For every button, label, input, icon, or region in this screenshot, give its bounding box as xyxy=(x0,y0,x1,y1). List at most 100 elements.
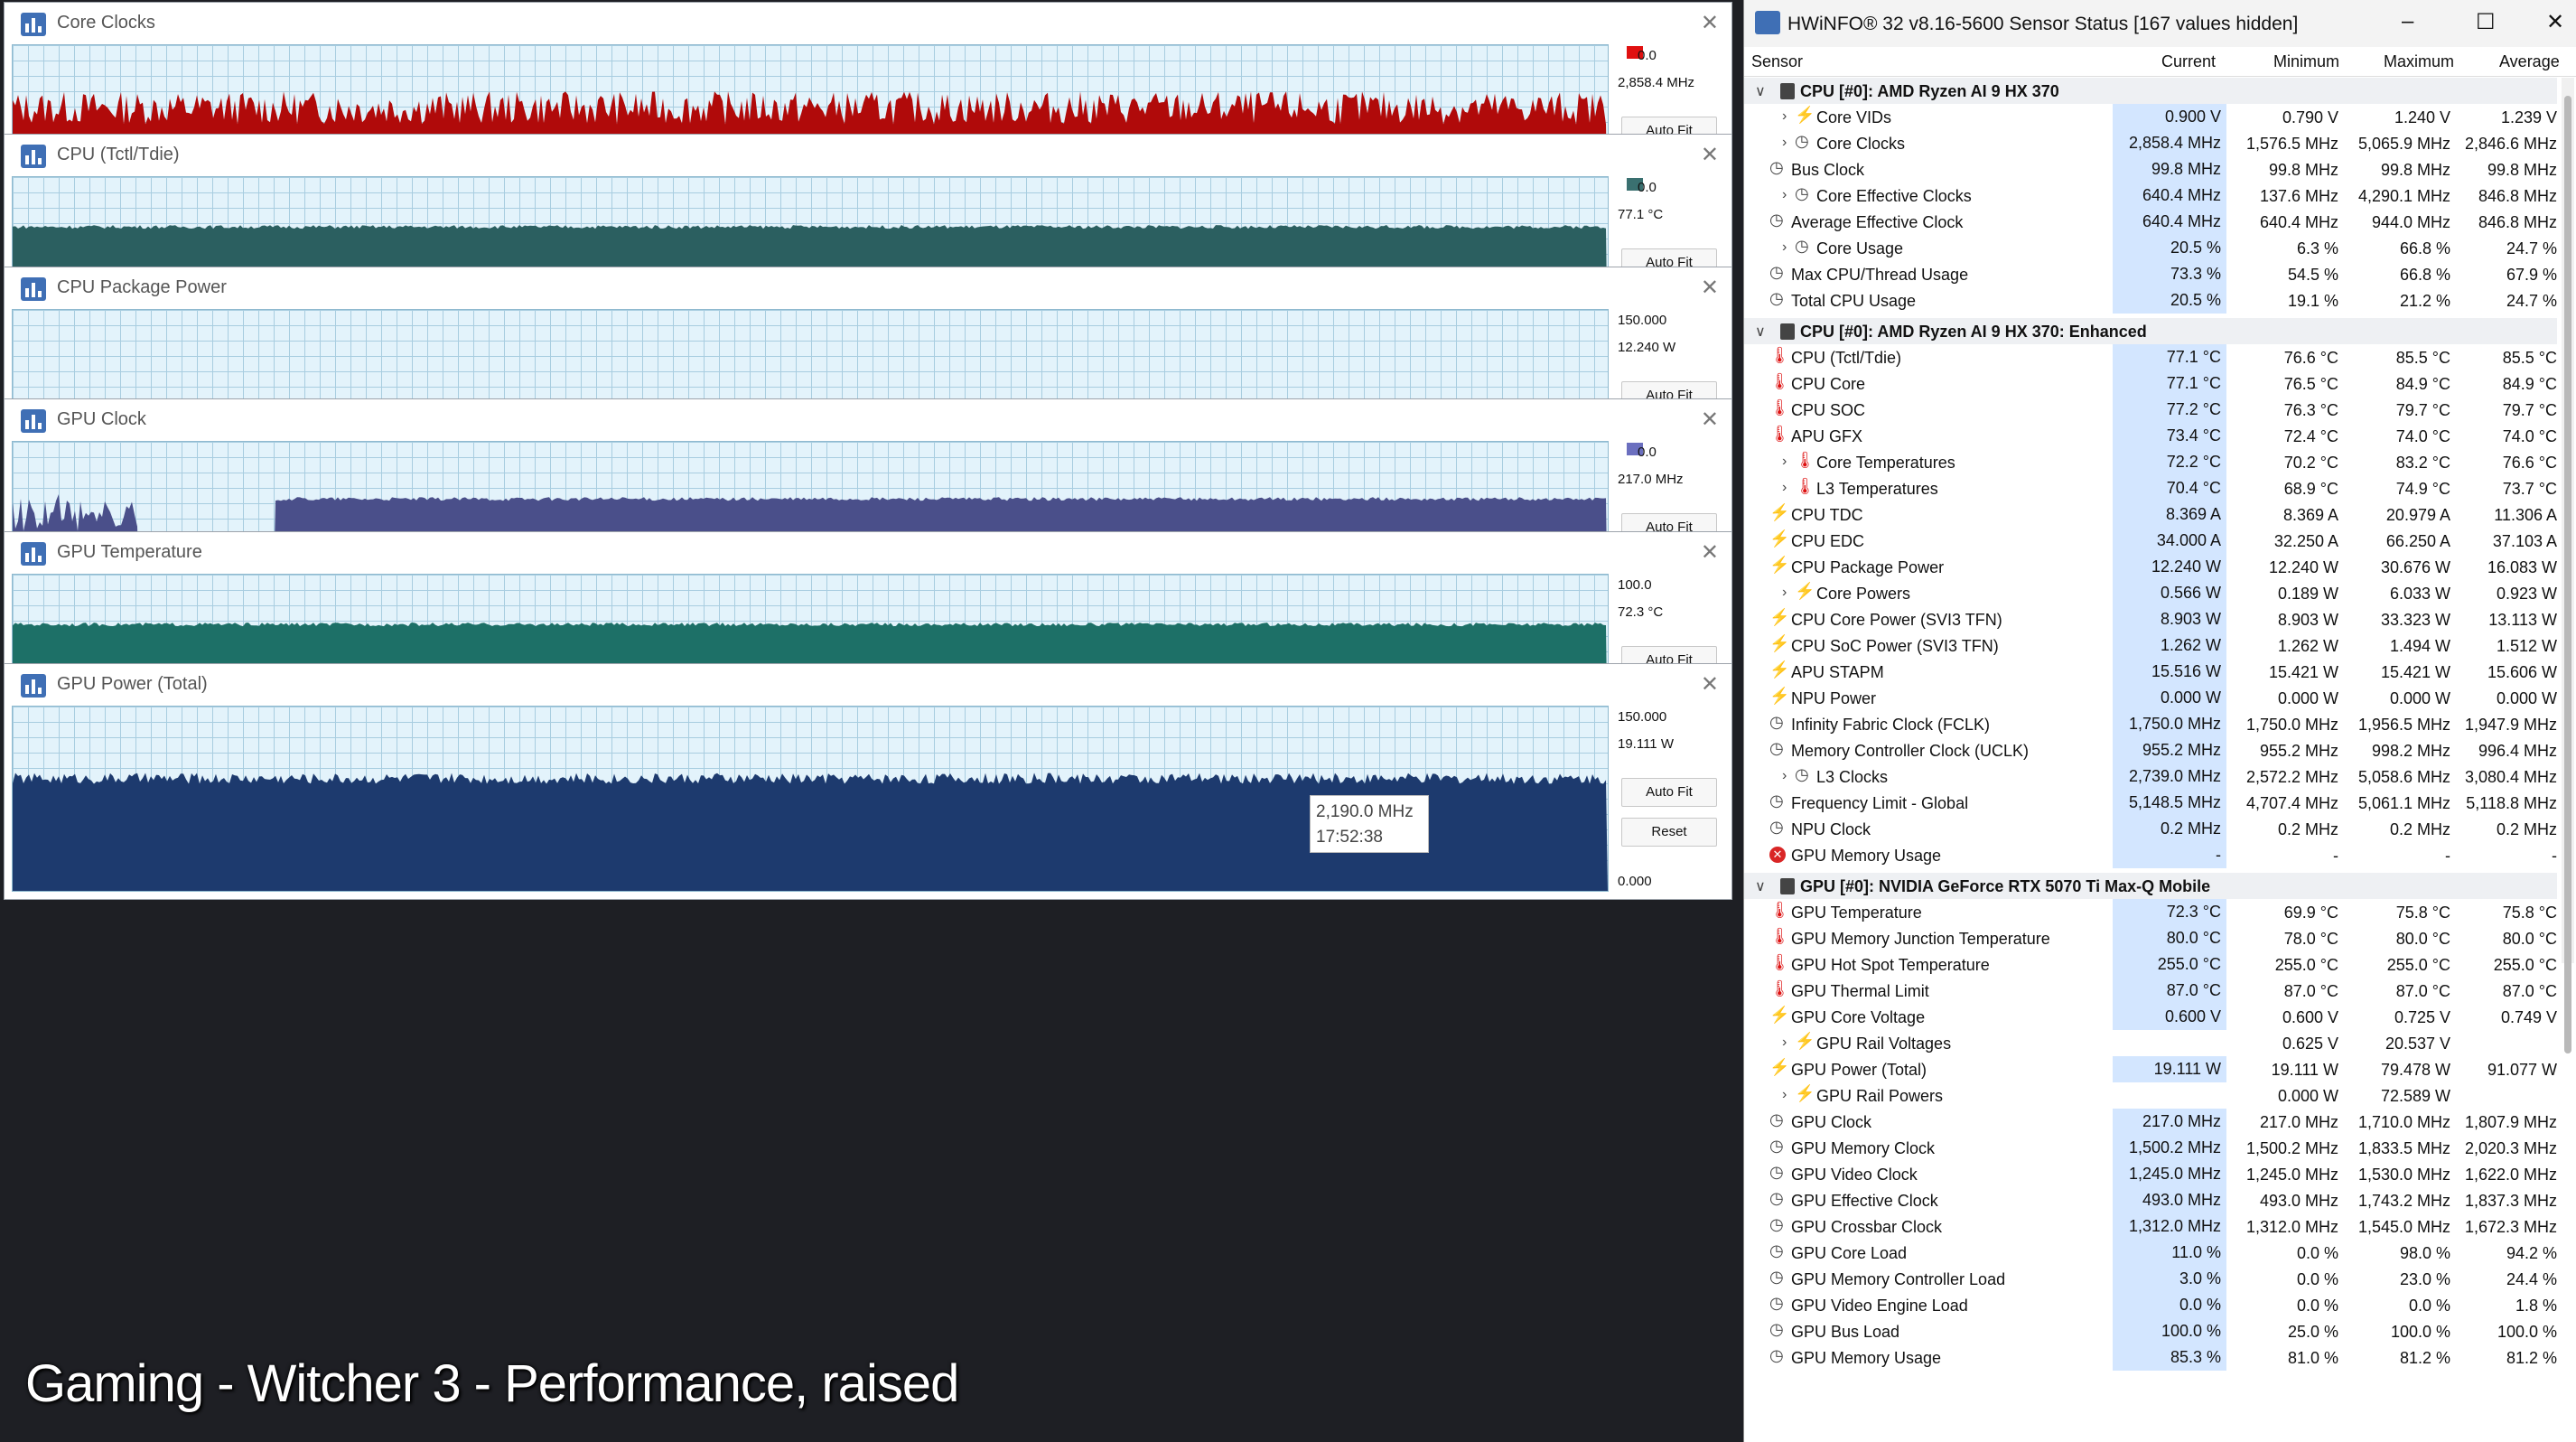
col-minimum[interactable]: Minimum xyxy=(2273,52,2339,71)
sensor-row[interactable]: ◷ GPU Memory Usage 85.3 % 81.0 % 81.2 % 81.2 … xyxy=(1744,1344,2557,1371)
sensor-minimum: 493.0 MHz xyxy=(2259,1192,2338,1210)
sensor-minimum: 99.8 MHz xyxy=(2268,161,2338,179)
sensor-row[interactable]: ◷ GPU Effective Clock 493.0 MHz 493.0 MHz 1,… xyxy=(1744,1187,2557,1213)
sensor-average: 76.6 °C xyxy=(2502,454,2557,472)
collapse-chevron-icon[interactable]: ∨ xyxy=(1755,877,1766,895)
sensor-row[interactable]: 🌡 GPU Temperature 72.3 °C 69.9 °C 75.8 °C 75.… xyxy=(1744,899,2557,925)
sensor-row[interactable]: ◷ Frequency Limit - Global 5,148.5 MHz 4,70… xyxy=(1744,790,2557,816)
sensor-name: Core VIDs xyxy=(1816,108,1892,126)
minimize-button[interactable]: – xyxy=(2402,9,2413,34)
sensor-group-header[interactable]: ∨ GPU [#0]: NVIDIA GeForce RTX 5070 Ti Ma… xyxy=(1744,873,2557,899)
sensor-row[interactable]: 🌡 CPU Core 77.1 °C 76.5 °C 84.9 °C 84.9 °C xyxy=(1744,370,2557,397)
expand-chevron-icon[interactable]: › xyxy=(1782,768,1787,784)
sensor-minimum: 137.6 MHz xyxy=(2259,187,2338,205)
sensor-row[interactable]: 🌡 CPU (Tctl/Tdie) 77.1 °C 76.6 °C 85.5 °C 85.… xyxy=(1744,344,2557,370)
hwinfo-scrollbar[interactable] xyxy=(2562,78,2574,1053)
expand-chevron-icon[interactable]: › xyxy=(1782,239,1787,256)
sensor-row[interactable]: ◷ Memory Controller Clock (UCLK) 955.2 MHz… xyxy=(1744,737,2557,763)
sensor-row[interactable]: › ◷ Core Clocks 2,858.4 MHz 1,576.5 MHz 5,065… xyxy=(1744,130,2557,156)
sensor-row[interactable]: ◷ GPU Memory Clock 1,500.2 MHz 1,500.2 MHz 1… xyxy=(1744,1135,2557,1161)
sensor-row[interactable]: ✕ GPU Memory Usage - - - - xyxy=(1744,842,2557,868)
close-icon[interactable]: ✕ xyxy=(1701,539,1719,566)
graph-max-value: 150.000 xyxy=(1618,313,1667,328)
sensor-row[interactable]: › 🌡 L3 Temperatures 70.4 °C 68.9 °C 74.9 °C 73… xyxy=(1744,475,2557,501)
expand-chevron-icon[interactable]: › xyxy=(1782,135,1787,151)
sensor-maximum: 1,833.5 MHz xyxy=(2357,1139,2450,1157)
sensor-row[interactable]: ◷ Bus Clock 99.8 MHz 99.8 MHz 99.8 MHz 99.8 M… xyxy=(1744,156,2557,183)
sensor-row[interactable]: ◷ GPU Video Clock 1,245.0 MHz 1,245.0 MHz 1,… xyxy=(1744,1161,2557,1187)
sensor-row[interactable]: 🌡 GPU Memory Junction Temperature 80.0 °C 7… xyxy=(1744,925,2557,951)
sensor-group-header[interactable]: ∨ CPU [#0]: AMD Ryzen AI 9 HX 370 xyxy=(1744,78,2557,104)
collapse-chevron-icon[interactable]: ∨ xyxy=(1755,323,1766,341)
sensor-row[interactable]: › ⚡ Core Powers 0.566 W 0.189 W 6.033 W 0.923 … xyxy=(1744,580,2557,606)
collapse-chevron-icon[interactable]: ∨ xyxy=(1755,82,1766,100)
sensor-current: 5,148.5 MHz xyxy=(2113,790,2226,816)
sensor-row[interactable]: ⚡ GPU Power (Total) 19.111 W 19.111 W 79.478… xyxy=(1744,1056,2557,1082)
reset-button[interactable]: Reset xyxy=(1621,818,1717,847)
close-button[interactable]: ✕ xyxy=(2546,9,2564,35)
sensor-row[interactable]: ◷ GPU Video Engine Load 0.0 % 0.0 % 0.0 % 1.8… xyxy=(1744,1292,2557,1318)
expand-chevron-icon[interactable]: › xyxy=(1782,585,1787,601)
sensor-row[interactable]: › ⚡ Core VIDs 0.900 V 0.790 V 1.240 V 1.239 V xyxy=(1744,104,2557,130)
expand-chevron-icon[interactable]: › xyxy=(1782,187,1787,203)
sensor-row[interactable]: ◷ GPU Clock 217.0 MHz 217.0 MHz 1,710.0 MHz 1… xyxy=(1744,1109,2557,1135)
sensor-average: 79.7 °C xyxy=(2502,401,2557,419)
expand-chevron-icon[interactable]: › xyxy=(1782,1035,1787,1051)
close-icon[interactable]: ✕ xyxy=(1701,10,1719,36)
sensor-row[interactable]: ◷ Infinity Fabric Clock (FCLK) 1,750.0 MHz… xyxy=(1744,711,2557,737)
sensor-row[interactable]: ⚡ NPU Power 0.000 W 0.000 W 0.000 W 0.000 W xyxy=(1744,685,2557,711)
expand-chevron-icon[interactable]: › xyxy=(1782,480,1787,496)
overlay-caption: Gaming - Witcher 3 - Performance, raised xyxy=(25,1354,959,1413)
col-maximum[interactable]: Maximum xyxy=(2384,52,2454,71)
sensor-name: Frequency Limit - Global xyxy=(1791,794,1969,812)
sensor-row[interactable]: ⚡ APU STAPM 15.516 W 15.421 W 15.421 W 15.606… xyxy=(1744,659,2557,685)
sensor-row[interactable]: ⚡ CPU Package Power 12.240 W 12.240 W 30.676… xyxy=(1744,554,2557,580)
expand-chevron-icon[interactable]: › xyxy=(1782,108,1787,125)
col-sensor[interactable]: Sensor xyxy=(1751,52,1803,71)
sensor-average: 94.2 % xyxy=(2506,1244,2557,1262)
sensor-row[interactable]: › ◷ Core Effective Clocks 640.4 MHz 137.6 MH… xyxy=(1744,183,2557,209)
sensor-row[interactable]: ◷ Average Effective Clock 640.4 MHz 640.4 M… xyxy=(1744,209,2557,235)
sensor-average: 1.512 W xyxy=(2496,637,2557,655)
sensor-row[interactable]: ⚡ CPU Core Power (SVI3 TFN) 8.903 W 8.903 W… xyxy=(1744,606,2557,632)
col-average[interactable]: Average xyxy=(2499,52,2560,71)
sensor-row[interactable]: 🌡 GPU Thermal Limit 87.0 °C 87.0 °C 87.0 °C 8… xyxy=(1744,978,2557,1004)
sensor-row[interactable]: › ◷ L3 Clocks 2,739.0 MHz 2,572.2 MHz 5,058.6… xyxy=(1744,763,2557,790)
sensor-row[interactable]: ◷ NPU Clock 0.2 MHz 0.2 MHz 0.2 MHz 0.2 MHz xyxy=(1744,816,2557,842)
sensor-row[interactable]: ◷ GPU Memory Controller Load 3.0 % 0.0 % 23.… xyxy=(1744,1266,2557,1292)
sensor-minimum: 640.4 MHz xyxy=(2259,213,2338,231)
sensor-row[interactable]: ◷ GPU Core Load 11.0 % 0.0 % 98.0 % 94.2 % xyxy=(1744,1240,2557,1266)
sensor-row[interactable]: 🌡 CPU SOC 77.2 °C 76.3 °C 79.7 °C 79.7 °C xyxy=(1744,397,2557,423)
sensor-row[interactable]: ⚡ GPU Core Voltage 0.600 V 0.600 V 0.725 V 0.… xyxy=(1744,1004,2557,1030)
sensor-row[interactable]: ◷ GPU Crossbar Clock 1,312.0 MHz 1,312.0 MH… xyxy=(1744,1213,2557,1240)
sensor-maximum: 0.0 % xyxy=(2408,1297,2450,1315)
col-current[interactable]: Current xyxy=(2161,52,2216,71)
sensor-group-header[interactable]: ∨ CPU [#0]: AMD Ryzen AI 9 HX 370: Enhanc… xyxy=(1744,318,2557,344)
sensor-row[interactable]: 🌡 GPU Hot Spot Temperature 255.0 °C 255.0 °… xyxy=(1744,951,2557,978)
scrollbar-thumb[interactable] xyxy=(2564,96,2571,1053)
close-icon[interactable]: ✕ xyxy=(1701,275,1719,301)
sensor-maximum: 81.2 % xyxy=(2399,1349,2450,1367)
sensor-row[interactable]: › 🌡 Core Temperatures 72.2 °C 70.2 °C 83.2 °C… xyxy=(1744,449,2557,475)
sensor-row[interactable]: ⚡ CPU SoC Power (SVI3 TFN) 1.262 W 1.262 W 1… xyxy=(1744,632,2557,659)
sensor-row[interactable]: ⚡ CPU EDC 34.000 A 32.250 A 66.250 A 37.103 A xyxy=(1744,528,2557,554)
sensor-row[interactable]: ⚡ CPU TDC 8.369 A 8.369 A 20.979 A 11.306 A xyxy=(1744,501,2557,528)
maximize-button[interactable]: ☐ xyxy=(2476,9,2496,35)
close-icon[interactable]: ✕ xyxy=(1701,407,1719,433)
close-icon[interactable]: ✕ xyxy=(1701,671,1719,698)
sensor-average: 1,947.9 MHz xyxy=(2464,716,2557,734)
sensor-row[interactable]: › ◷ Core Usage 20.5 % 6.3 % 66.8 % 24.7 % xyxy=(1744,235,2557,261)
expand-chevron-icon[interactable]: › xyxy=(1782,454,1787,470)
sensor-row[interactable]: ◷ Max CPU/Thread Usage 73.3 % 54.5 % 66.8 % 6… xyxy=(1744,261,2557,287)
close-icon[interactable]: ✕ xyxy=(1701,142,1719,168)
thermometer-icon: 🌡 xyxy=(1769,398,1790,417)
expand-chevron-icon[interactable]: › xyxy=(1782,1087,1787,1103)
auto-fit-button[interactable]: Auto Fit xyxy=(1621,778,1717,807)
sensor-row[interactable]: 🌡 APU GFX 73.4 °C 72.4 °C 74.0 °C 74.0 °C xyxy=(1744,423,2557,449)
sensor-row[interactable]: › ⚡ GPU Rail Powers 0.000 W 72.589 W xyxy=(1744,1082,2557,1109)
sensor-row[interactable]: ◷ Total CPU Usage 20.5 % 19.1 % 21.2 % 24.7 % xyxy=(1744,287,2557,314)
sensor-row[interactable]: ◷ GPU Bus Load 100.0 % 25.0 % 100.0 % 100.0 % xyxy=(1744,1318,2557,1344)
sensor-minimum: 15.421 W xyxy=(2268,663,2338,681)
sensor-maximum: 100.0 % xyxy=(2390,1323,2450,1341)
sensor-row[interactable]: › ⚡ GPU Rail Voltages 0.625 V 20.537 V xyxy=(1744,1030,2557,1056)
